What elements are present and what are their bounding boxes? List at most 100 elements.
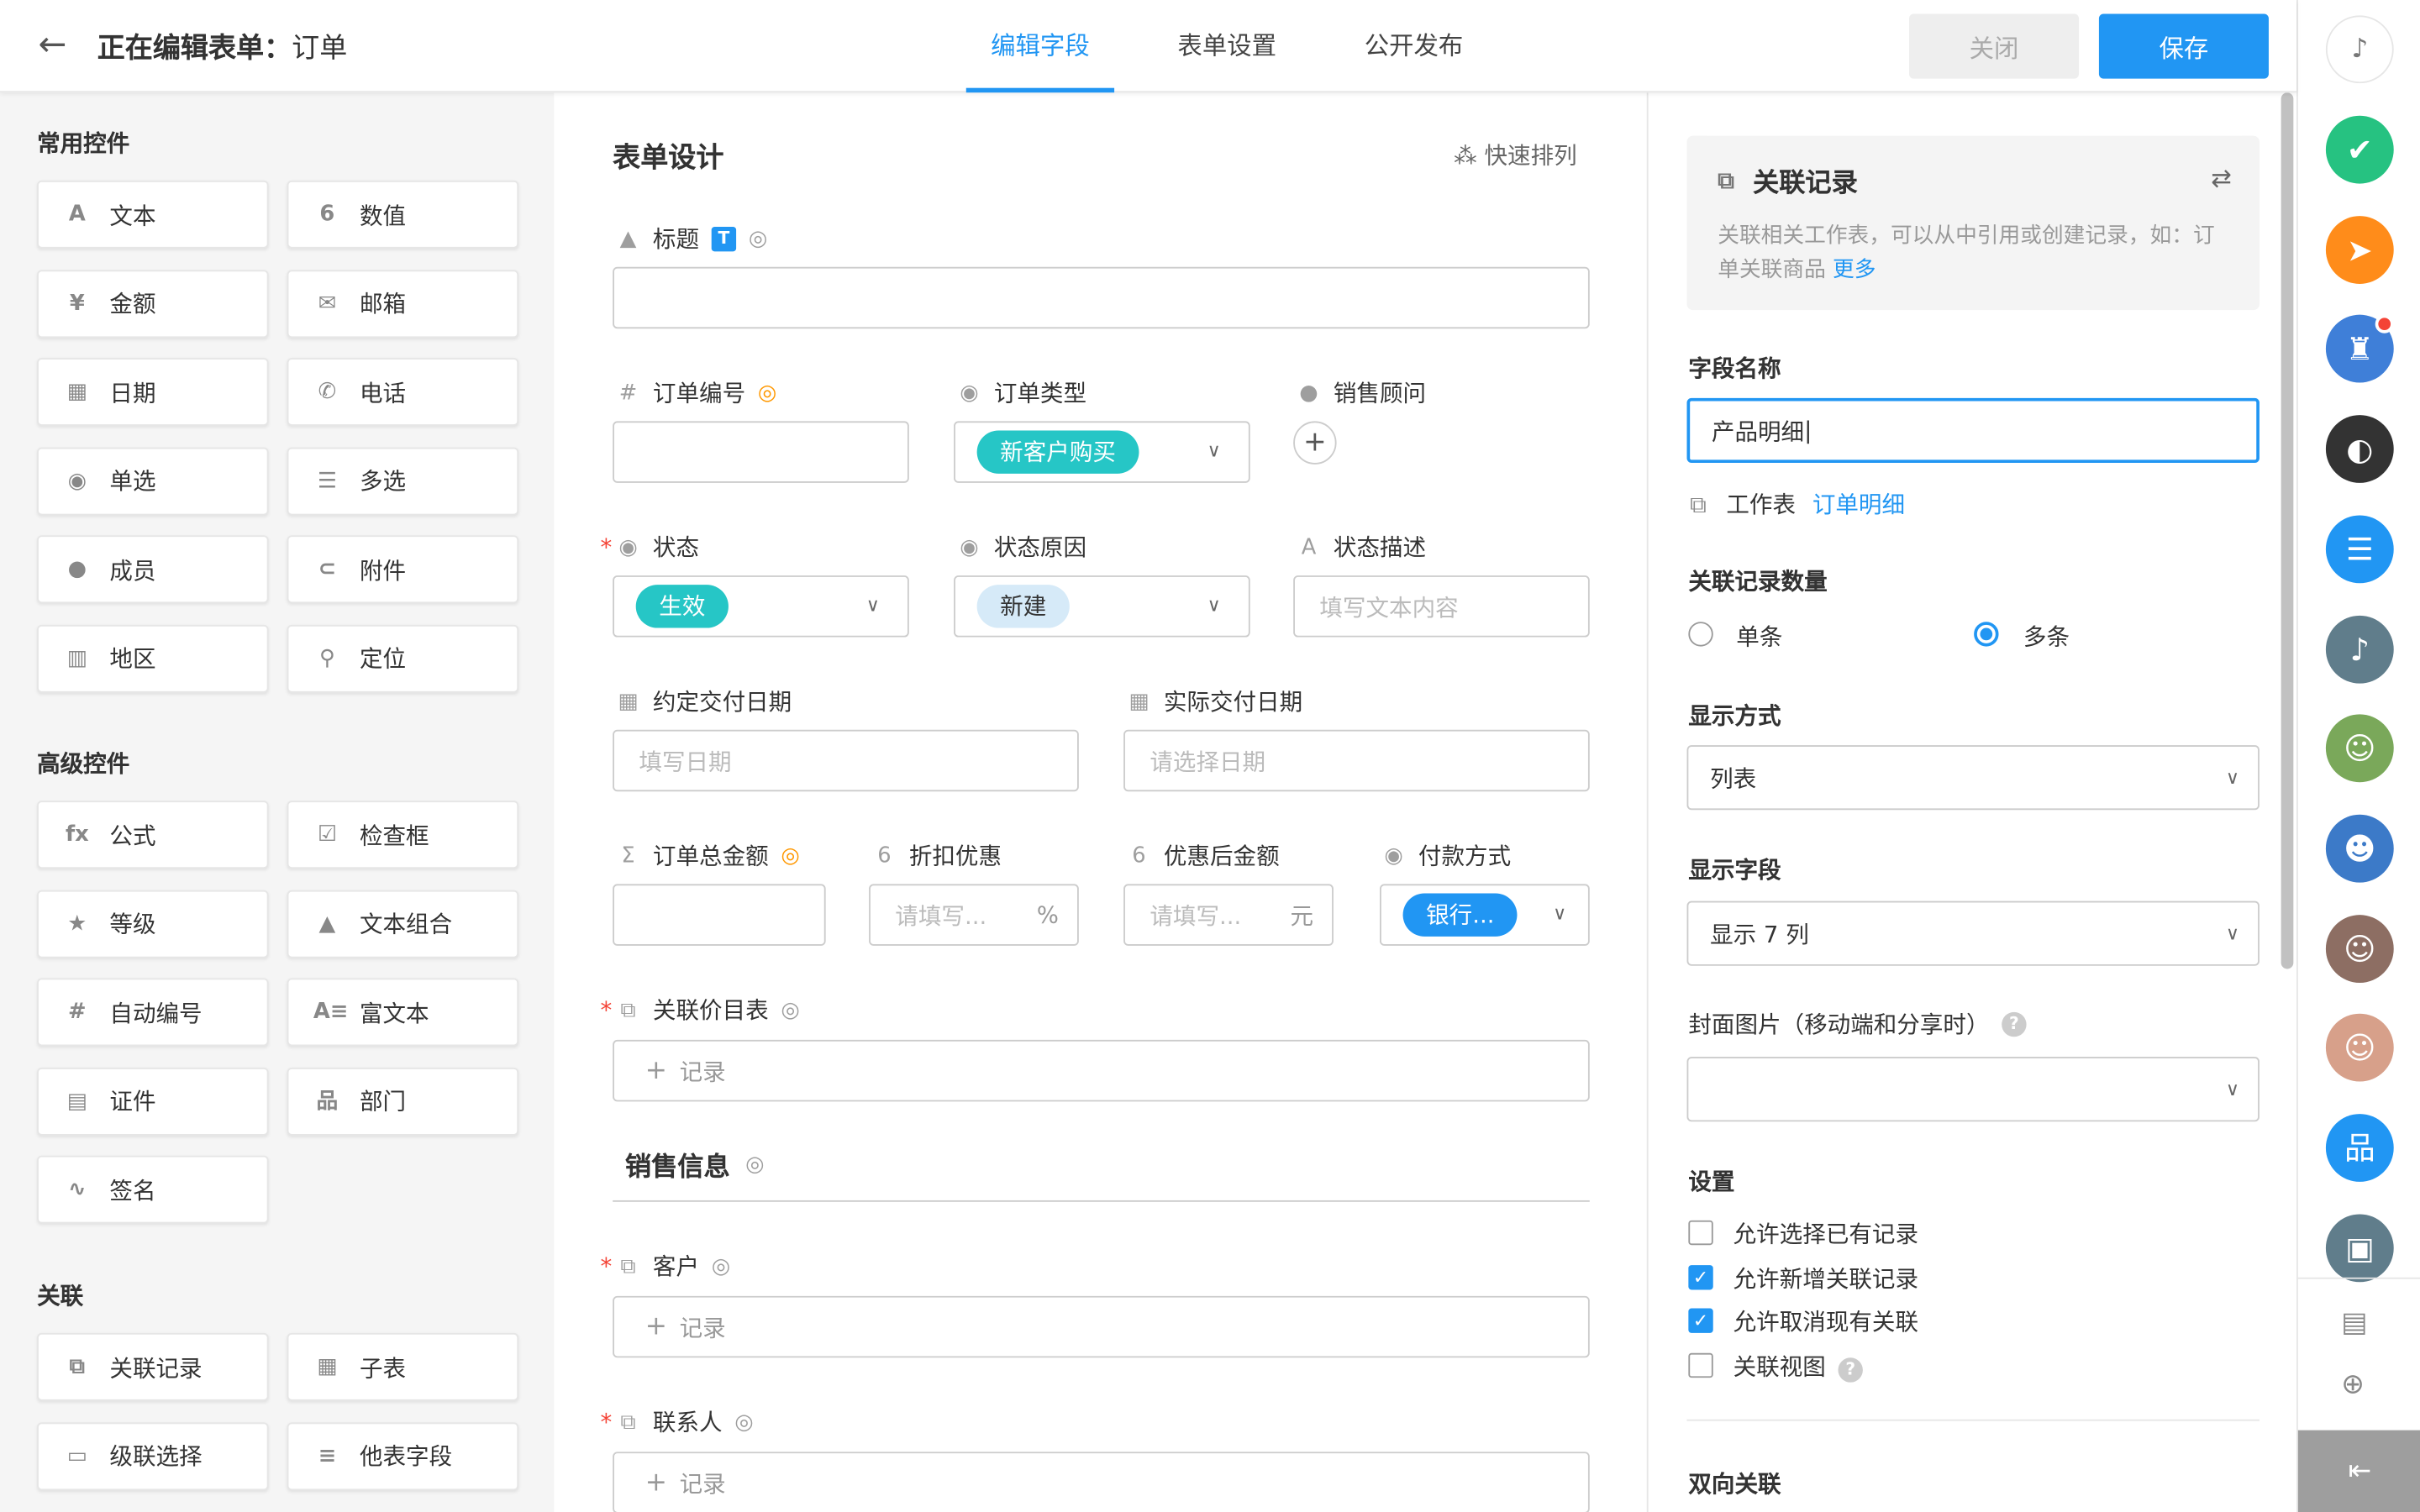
display-fields-select[interactable]: 显示 7 列 ∨ — [1686, 900, 2260, 966]
add-chat-icon[interactable]: ⊕ — [2341, 1368, 2365, 1401]
field-label-order-no[interactable]: # 订单编号 ◎ — [616, 376, 777, 409]
control-money[interactable]: ¥ 金额 — [37, 269, 269, 338]
status-select[interactable]: 生效 ∨ — [613, 575, 909, 638]
required-mark: * — [600, 995, 613, 1024]
collapse-dock-icon[interactable]: ⇤ — [2297, 1430, 2420, 1512]
setting-checkbox[interactable] — [1688, 1352, 1713, 1378]
control-signature[interactable]: ∿ 签名 — [37, 1155, 269, 1224]
field-label-customer[interactable]: * ⧉ 客户 ◎ — [600, 1250, 730, 1283]
agreed-date-input[interactable]: 填写日期 — [613, 729, 1079, 792]
payment-select[interactable]: 银行... ∨ — [1380, 884, 1590, 946]
radio-single[interactable] — [1688, 622, 1713, 647]
field-label-status-desc[interactable]: A 状态描述 — [1297, 531, 1426, 564]
control-map[interactable]: ▥ 地区 — [37, 623, 269, 692]
pricelist-record-input[interactable]: + 记录 — [613, 1039, 1590, 1102]
radio-multiple[interactable] — [1974, 622, 1999, 647]
field-label-after[interactable]: 6 优惠后金额 — [1127, 839, 1279, 872]
control-number[interactable]: 6 数值 — [287, 180, 519, 249]
setting-checkbox[interactable] — [1688, 1220, 1713, 1246]
contacts-icon[interactable]: ▤ — [2341, 1307, 2367, 1340]
status-desc-input[interactable]: 填写文本内容 — [1293, 575, 1590, 638]
field-name-input[interactable]: 产品明细 | — [1686, 397, 2260, 464]
control-hash[interactable]: # 自动编号 — [37, 978, 269, 1047]
worksheet-link[interactable]: 订单明细 — [1812, 491, 1905, 518]
bell-app-icon[interactable]: ♪ — [2325, 614, 2394, 683]
field-type-description: 关联相关工作表，可以从中引用或创建记录，如：订单关联商品 更多 — [1718, 219, 2227, 287]
cover-image-select[interactable]: ∨ — [1686, 1057, 2260, 1122]
chat-app-icon[interactable]: ☰ — [2325, 515, 2394, 583]
robot-app-icon[interactable]: ♜ — [2325, 315, 2394, 384]
tab-edit-fields[interactable]: 编辑字段 — [965, 0, 1115, 93]
tab-form-settings[interactable]: 表单设置 — [1153, 0, 1301, 92]
org-app-icon[interactable]: 品 — [2325, 1114, 2394, 1182]
control-text[interactable]: A 文本 — [37, 180, 269, 249]
send-app-icon[interactable]: ➤ — [2325, 215, 2394, 284]
help-icon[interactable]: ? — [1838, 1357, 1863, 1382]
help-icon[interactable]: ? — [2002, 1011, 2027, 1037]
form-scrollbar[interactable] — [2281, 92, 2294, 969]
tab-public-publish[interactable]: 公开发布 — [1339, 0, 1487, 92]
field-label-total[interactable]: Σ 订单总金额 ◎ — [616, 839, 799, 872]
control-formula[interactable]: fx 公式 — [37, 801, 269, 869]
discount-input[interactable]: 请填写... % — [869, 884, 1079, 946]
avatar-person-icon[interactable]: ☺ — [2325, 914, 2394, 983]
status-reason-select[interactable]: 新建 ∨ — [954, 575, 1250, 638]
payment-tag: 银行... — [1402, 893, 1518, 937]
control-star[interactable]: ★ 等级 — [37, 889, 269, 958]
field-label-sales[interactable]: ● 销售顾问 — [1297, 376, 1426, 409]
control-attachment[interactable]: ⊂ 附件 — [287, 535, 519, 604]
order-type-select[interactable]: 新客户购买 ∨ — [954, 421, 1250, 483]
control-member[interactable]: ● 成员 — [37, 535, 269, 604]
field-label-order-type[interactable]: ◉ 订单类型 — [957, 376, 1086, 409]
title-input[interactable] — [613, 266, 1590, 329]
avatar-game-icon[interactable]: ☺ — [2325, 714, 2394, 783]
quick-sort-button[interactable]: ⁂ 快速排列 — [1454, 139, 1577, 171]
control-checkbox[interactable]: ☑ 检查框 — [287, 801, 519, 869]
control-table[interactable]: ▦ 子表 — [287, 1332, 519, 1401]
field-label-status-reason[interactable]: ◉ 状态原因 — [957, 531, 1086, 564]
control-other-field[interactable]: ≡ 他表字段 — [287, 1421, 519, 1490]
contact-record-input[interactable]: + 记录 — [613, 1452, 1590, 1512]
field-label-payment[interactable]: ◉ 付款方式 — [1381, 839, 1511, 872]
control-link-record[interactable]: ⧉ 关联记录 — [37, 1332, 269, 1401]
close-button[interactable]: 关闭 — [1908, 13, 2080, 79]
control-calendar[interactable]: ▦ 日期 — [37, 358, 269, 426]
back-arrow-icon[interactable]: ← — [31, 24, 74, 67]
control-single-select[interactable]: ◉ 单选 — [37, 446, 269, 515]
field-label-actual-date[interactable]: ▦ 实际交付日期 — [1127, 685, 1302, 717]
control-org[interactable]: 品部门 — [287, 1067, 519, 1135]
avatar-dark-icon[interactable]: ◐ — [2325, 415, 2394, 484]
control-rich-text[interactable]: A≡ 富文本 — [287, 978, 519, 1047]
order-no-input[interactable] — [613, 421, 909, 483]
setting-checkbox[interactable]: ✓ — [1688, 1308, 1713, 1333]
customer-record-input[interactable]: + 记录 — [613, 1295, 1590, 1358]
actual-date-input[interactable]: 请选择日期 — [1123, 729, 1590, 792]
field-label-status[interactable]: * ◉ 状态 — [600, 531, 699, 564]
check-app-icon[interactable]: ✔ — [2325, 115, 2394, 184]
after-amount-input[interactable]: 请填写... 元 — [1123, 884, 1334, 946]
avatar-vault-icon[interactable]: ☻ — [2325, 814, 2394, 883]
field-label-agreed-date[interactable]: ▦ 约定交付日期 — [616, 685, 792, 717]
avatar-girl-icon[interactable]: ☺ — [2325, 1014, 2394, 1083]
control-mail[interactable]: ✉ 邮箱 — [287, 269, 519, 338]
briefcase-app-icon[interactable]: ▣ — [2325, 1213, 2394, 1282]
display-mode-select[interactable]: 列表 ∨ — [1686, 745, 2260, 811]
field-label-discount[interactable]: 6 折扣优惠 — [872, 839, 1002, 872]
field-label-title[interactable]: ▲ 标题 T ◎ — [616, 222, 768, 255]
notification-bell-icon[interactable]: ♪ — [2325, 15, 2394, 84]
field-label-pricelist[interactable]: * ⧉ 关联价目表 ◎ — [600, 994, 799, 1026]
swap-arrows-icon[interactable]: ⇄ — [2211, 164, 2232, 193]
control-multi-select[interactable]: ☰ 多选 — [287, 446, 519, 515]
control-location-pin[interactable]: ⚲ 定位 — [287, 623, 519, 692]
control-phone[interactable]: ✆ 电话 — [287, 358, 519, 426]
section-header[interactable]: 销售信息 ◎ — [625, 1145, 765, 1184]
more-link[interactable]: 更多 — [1833, 258, 1876, 282]
control-id-card[interactable]: ▤ 证件 — [37, 1067, 269, 1135]
control-cascade[interactable]: ▭ 级联选择 — [37, 1421, 269, 1490]
control-shapes[interactable]: ▲ 文本组合 — [287, 889, 519, 958]
add-member-button[interactable]: + — [1293, 421, 1337, 465]
save-button[interactable]: 保存 — [2098, 13, 2269, 79]
setting-checkbox[interactable]: ✓ — [1688, 1264, 1713, 1289]
field-label-contact[interactable]: * ⧉ 联系人 ◎ — [600, 1405, 753, 1438]
total-input[interactable] — [613, 884, 826, 946]
